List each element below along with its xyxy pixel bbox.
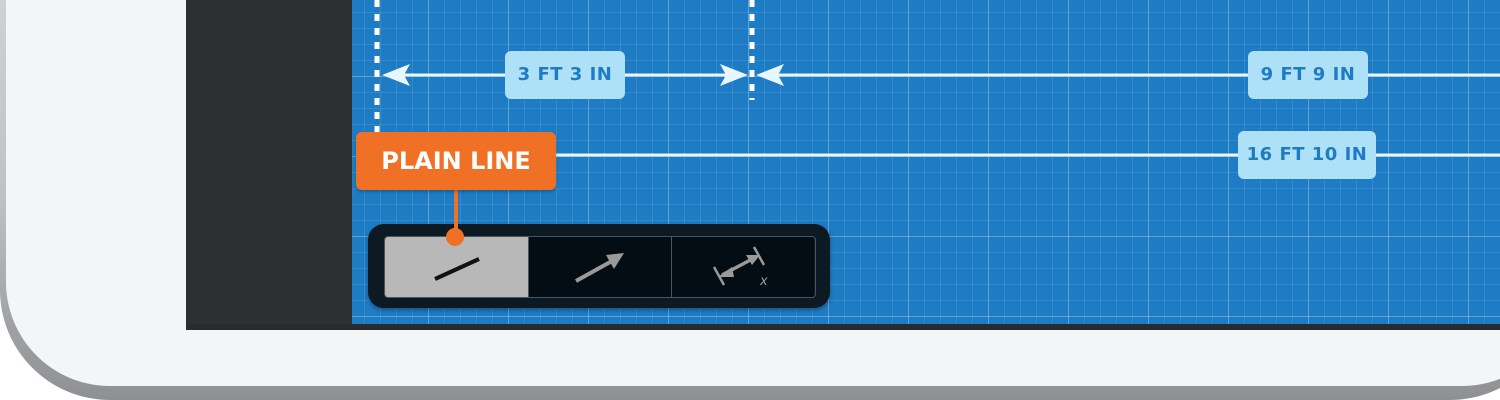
dimension-line-tool-button[interactable]: x	[671, 237, 814, 297]
callout-pointer-dot	[446, 228, 464, 246]
x-glyph: x	[759, 274, 768, 289]
dimension-label-1[interactable]: 3 FT 3 IN	[505, 51, 625, 99]
arrow-line-icon	[575, 253, 624, 283]
arrow-line-tool-button[interactable]	[528, 237, 671, 297]
plain-line-icon	[433, 257, 480, 281]
dimension-label-2[interactable]: 9 FT 9 IN	[1248, 51, 1368, 99]
dimension-line-icon: x	[712, 246, 768, 289]
plain-line-tool-button[interactable]	[385, 237, 528, 297]
side-panel	[186, 0, 352, 324]
dimension-label-total[interactable]: 16 FT 10 IN	[1238, 131, 1376, 179]
tool-tooltip: PLAIN LINE	[356, 132, 556, 190]
line-tool-palette: x	[368, 224, 830, 308]
tool-segmented-control: x	[384, 236, 816, 298]
